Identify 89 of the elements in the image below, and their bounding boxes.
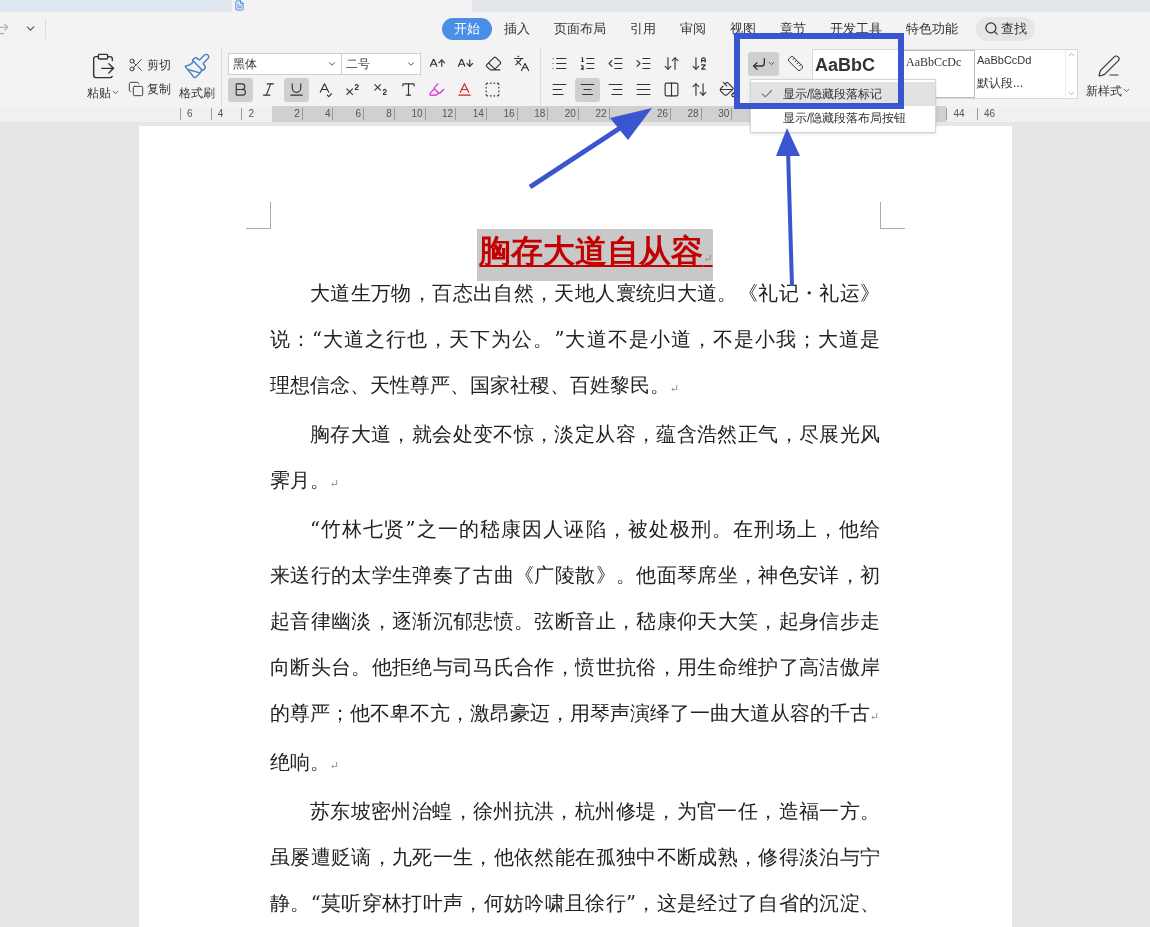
italic-icon [260, 81, 277, 98]
ruler-number: 16 [486, 107, 518, 120]
ruler-number: 12 [425, 107, 457, 120]
menu-item[interactable]: 显示/隐藏段落布局按钮 [751, 106, 935, 130]
text-line: 苏东坡密州治蝗，徐州抗洪，杭州修堤，为官一任，造福一方。 [309, 799, 880, 825]
document-icon [234, 0, 245, 11]
clear-icon [485, 55, 502, 72]
ruler-number: 14 [456, 107, 487, 120]
ruler-number: 8 [364, 107, 395, 120]
ruler-number: 10 [394, 107, 426, 120]
direction-icon [663, 55, 680, 72]
ribbon-tab[interactable]: 插入 [492, 17, 542, 40]
text-line: 向断头台。他拒绝与司马氏合作，愤世抗俗，用生命维护了高洁傲岸 [270, 655, 880, 681]
ruler-icon[interactable] [787, 55, 804, 72]
line-spacing-icon [691, 81, 708, 98]
cut-button[interactable]: 剪切 [128, 55, 171, 74]
indent-icon [635, 55, 652, 72]
text-line: 的尊严；他不卑不亢，激昂豪迈，用琴声演绎了一曲大道从容的千古↵ [270, 701, 880, 727]
numbering-icon [579, 55, 596, 72]
bullets-icon [551, 55, 568, 72]
ruler-number: 4 [302, 107, 334, 120]
style-preset[interactable]: AaBbCcDd 默认段... [975, 49, 1055, 98]
ruler-number: 18 [517, 107, 549, 120]
text-line: 静。“莫听穿林打叶声，何妨吟啸且徐行”，这是经过了自省的沉淀、 [270, 891, 880, 917]
margin-corner-mark [879, 202, 905, 229]
text-line: 来送行的太学生弹奏了古曲《广陵散》。他面琴席坐，神色安详，初 [270, 563, 880, 589]
underline-button[interactable] [284, 77, 309, 102]
subscript-icon [372, 81, 389, 98]
ruler-number: 4 [210, 107, 242, 120]
ruler-number: 46 [977, 107, 1008, 120]
caret-icon [767, 59, 776, 68]
ribbon-tab[interactable]: 引用 [618, 17, 668, 40]
highlight-icon [428, 81, 445, 98]
new-style-button[interactable]: 新样式 [1086, 53, 1131, 100]
ruler-number: 2 [272, 107, 303, 120]
margin-corner-mark [245, 202, 271, 229]
caret-icon [110, 88, 120, 97]
font-family-field[interactable]: 黑体 [228, 52, 342, 75]
menu-item[interactable]: 显示/隐藏段落标记 [751, 82, 935, 106]
text-line: 胸存大道，就会处变不惊，淡定从容，蕴含浩然正气，尽展光风 [309, 422, 880, 448]
copy-button[interactable]: 复制 [128, 79, 171, 98]
format-painter-button[interactable]: 格式刷 [179, 51, 215, 102]
justify-icon [635, 81, 652, 98]
ruler-number: 22 [578, 107, 610, 120]
text-line: 大道生万物，百态出自然，天地人寰统归大道。《礼记・礼运》 [309, 281, 880, 307]
shading-icon [719, 81, 736, 98]
text-effect-icon [400, 81, 417, 98]
ruler-number: 28 [671, 107, 702, 120]
ruler-number: 6 [180, 107, 211, 120]
align-center-button[interactable] [575, 77, 600, 102]
pen-icon [1096, 53, 1121, 78]
align-right-icon [607, 81, 624, 98]
text-line: 说：“大道之行也，天下为公。”大道不是小道，不是小我；大道是 [270, 327, 880, 353]
outdent-icon [607, 55, 624, 72]
search-icon [984, 21, 999, 37]
ruler-number: 6 [333, 107, 365, 120]
underline-icon [288, 81, 305, 98]
text-line: 起音律幽淡，逐渐沉郁悲愤。弦断音止，嵇康仰天大笑，起身信步走 [270, 609, 880, 635]
ruler-number: 30 [701, 107, 733, 120]
document-title: 胸存大道自从容↵ [477, 229, 713, 281]
copy-icon [128, 80, 144, 97]
paste-button[interactable]: 粘贴 [84, 51, 122, 102]
ruler-number: 44 [946, 107, 978, 120]
paragraph-marks-button[interactable] [748, 51, 779, 76]
superscript-icon [344, 81, 361, 98]
text-line: 绝响。↵ [270, 750, 341, 776]
bold-button[interactable] [228, 77, 253, 102]
search-button[interactable]: 查找 [976, 16, 1035, 41]
pinyin-icon [513, 55, 530, 72]
ribbon-tab[interactable]: 特色功能 [894, 17, 970, 40]
ruler-number: 20 [548, 107, 579, 120]
return-arrow-icon [751, 55, 767, 72]
text-line: “竹林七贤”之一的嵇康因人诬陷，被处极刑。在刑场上，他给 [309, 517, 880, 543]
font-color-icon [456, 81, 473, 98]
text-line: 理想信念、天性尊严、国家社稷、百姓黎民。↵ [270, 373, 681, 399]
char-border-icon [484, 81, 501, 98]
sort-icon [691, 55, 708, 72]
align-left-icon [551, 81, 568, 98]
text-line: 虽屡遭贬谪，九死一生，他依然能在孤独中不断成熟，修得淡泊与宁 [270, 845, 880, 871]
caret-icon [1122, 86, 1131, 95]
scissors-icon [128, 56, 144, 73]
paintbrush-icon [183, 51, 211, 80]
font-size-field[interactable]: 二号 [341, 52, 421, 75]
align-center-icon [579, 81, 596, 98]
distribute-icon [663, 81, 680, 98]
text-line: 霁月。↵ [270, 468, 341, 494]
ribbon-tab[interactable]: 审阅 [668, 17, 718, 40]
ribbon-tab[interactable]: 页面布局 [542, 17, 618, 40]
check-icon [760, 87, 774, 101]
